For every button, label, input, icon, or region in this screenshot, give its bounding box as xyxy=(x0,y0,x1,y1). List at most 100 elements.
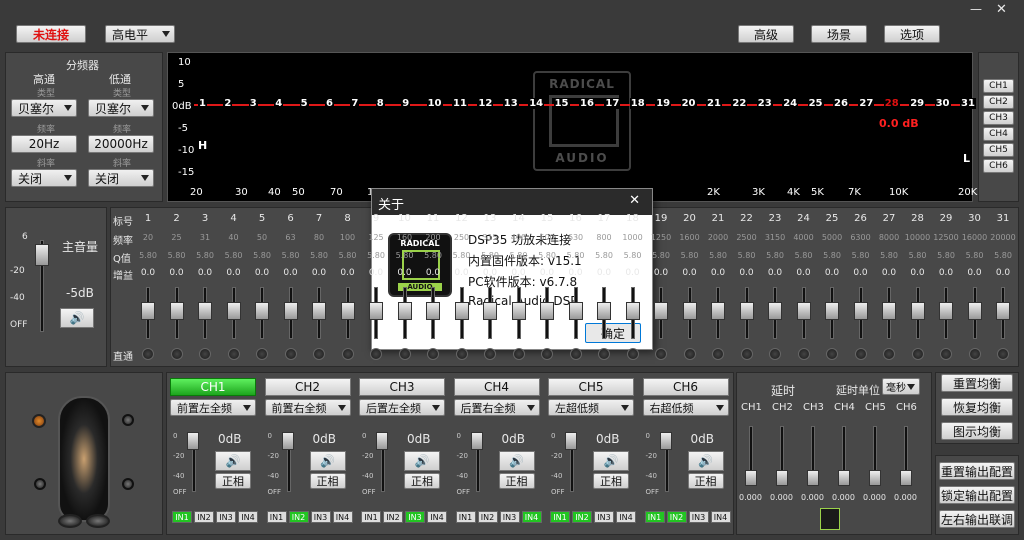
eq-band-freq[interactable]: 3150 xyxy=(761,233,789,242)
eq-band-fader-knob[interactable] xyxy=(939,302,953,320)
eq-band-fader-knob[interactable] xyxy=(910,302,925,320)
eq-band-bypass-toggle[interactable] xyxy=(512,348,525,360)
side-channel-button-ch2[interactable]: CH2 xyxy=(983,95,1014,109)
channel-input-toggle-in1[interactable]: IN1 xyxy=(550,511,570,523)
eq-band-bypass-toggle[interactable] xyxy=(712,348,724,360)
band-marker[interactable]: 21 xyxy=(706,98,722,109)
eq-band-q[interactable]: 5.80 xyxy=(820,251,844,260)
eq-band-q[interactable]: 5.80 xyxy=(678,251,702,260)
eq-band-bypass-toggle[interactable] xyxy=(199,348,211,360)
channel-input-toggle-in3[interactable]: IN3 xyxy=(310,511,331,523)
eq-band-bypass-toggle[interactable] xyxy=(256,348,268,360)
eq-band-gain[interactable]: 0.0 xyxy=(480,268,500,278)
channel-mute-button[interactable]: 🔊 xyxy=(498,451,535,471)
delay-fader-knob[interactable] xyxy=(776,470,788,486)
eq-band-gain[interactable]: 0.0 xyxy=(765,268,785,278)
eq-band-freq[interactable]: 400 xyxy=(505,233,533,242)
eq-band-fader-knob[interactable] xyxy=(711,302,725,320)
eq-band-gain[interactable]: 0.0 xyxy=(224,268,244,278)
eq-band-q[interactable]: 5.80 xyxy=(136,251,160,260)
eq-band-fader-knob[interactable] xyxy=(141,302,155,320)
eq-band-freq[interactable]: 20 xyxy=(134,233,162,242)
eq-band-freq[interactable]: 5000 xyxy=(818,233,846,242)
eq-band-bypass-toggle[interactable] xyxy=(398,348,411,360)
eq-band-gain[interactable]: 0.0 xyxy=(138,268,158,278)
delay-fader-knob[interactable] xyxy=(838,470,850,486)
band-marker[interactable]: 29 xyxy=(909,98,926,109)
eq-band-bypass-toggle[interactable] xyxy=(455,348,468,360)
eq-band-freq[interactable]: 630 xyxy=(562,233,590,242)
channel-output-select[interactable]: 左超低频 xyxy=(548,399,634,416)
eq-band-fader-knob[interactable] xyxy=(625,302,640,320)
eq-band-freq[interactable]: 200 xyxy=(419,233,447,242)
eq-band-gain[interactable]: 0.0 xyxy=(993,268,1013,278)
eq-band-gain[interactable]: 0.0 xyxy=(908,268,928,278)
scene-button[interactable]: 场景 xyxy=(811,25,867,43)
channel-output-select[interactable]: 右超低频 xyxy=(642,399,729,416)
eq-band-fader-knob[interactable] xyxy=(996,302,1010,320)
eq-band-gain[interactable]: 0.0 xyxy=(708,268,728,278)
band-marker[interactable]: 22 xyxy=(731,98,748,109)
channel-fader-knob[interactable] xyxy=(565,432,577,450)
eq-band-bypass-toggle[interactable] xyxy=(170,348,183,360)
channel-input-toggle-in3[interactable]: IN3 xyxy=(405,511,425,523)
eq-band-q[interactable]: 5.80 xyxy=(165,251,189,260)
channel-input-toggle-in3[interactable]: IN3 xyxy=(594,511,614,523)
eq-band-gain[interactable]: 0.0 xyxy=(366,268,386,278)
eq-band-bypass-toggle[interactable] xyxy=(484,348,496,360)
channel-output-select[interactable]: 前置右全频 xyxy=(264,399,351,416)
channel-input-toggle-in1[interactable]: IN1 xyxy=(172,511,192,523)
eq-band-q[interactable]: 5.80 xyxy=(849,251,873,260)
eq-band-fader-knob[interactable] xyxy=(312,302,326,320)
eq-band-freq[interactable]: 40 xyxy=(220,233,248,242)
band-marker[interactable]: 2 xyxy=(223,98,233,109)
band-marker[interactable]: 1 xyxy=(198,98,207,109)
eq-band-freq[interactable]: 6300 xyxy=(847,233,875,242)
channel-fader-knob[interactable] xyxy=(376,432,388,450)
channel-phase-button[interactable]: 正相 xyxy=(404,473,440,489)
eq-band-bypass-toggle[interactable] xyxy=(997,348,1009,360)
master-fader-knob[interactable] xyxy=(35,244,49,266)
channel-input-toggle-in4[interactable]: IN4 xyxy=(427,511,447,523)
delay-fader-knob[interactable] xyxy=(900,470,912,486)
eq-band-bypass-toggle[interactable] xyxy=(341,348,354,360)
eq-band-q[interactable]: 5.80 xyxy=(649,251,673,260)
eq-band-fader-knob[interactable] xyxy=(825,302,839,320)
eq-band-gain[interactable]: 0.0 xyxy=(509,268,529,278)
channel-tab-ch3[interactable]: CH3 xyxy=(359,378,445,396)
eq-band-bypass-toggle[interactable] xyxy=(911,348,924,360)
eq-band-q[interactable]: 5.80 xyxy=(450,251,474,260)
eq-band-q[interactable]: 5.80 xyxy=(991,251,1015,260)
band-marker[interactable]: 11 xyxy=(452,98,468,109)
channel-input-toggle-in4[interactable]: IN4 xyxy=(332,511,353,523)
channel-input-toggle-in3[interactable]: IN3 xyxy=(216,511,236,523)
eq-band-fader-knob[interactable] xyxy=(796,302,811,320)
eq-band-freq[interactable]: 63 xyxy=(277,233,305,242)
channel-mute-button[interactable]: 🔊 xyxy=(404,451,440,471)
eq-band-bypass-toggle[interactable] xyxy=(370,348,382,360)
delay-unit-select[interactable]: 毫秒 xyxy=(882,378,920,395)
eq-band-bypass-toggle[interactable] xyxy=(284,348,297,360)
eq-band-freq[interactable]: 10000 xyxy=(904,233,932,242)
channel-tab-ch4[interactable]: CH4 xyxy=(453,378,540,396)
band-marker[interactable]: 31 xyxy=(960,98,976,109)
band-marker[interactable]: 14 xyxy=(528,98,545,109)
lr-link-button[interactable]: 左右输出联调 xyxy=(939,510,1015,528)
channel-fader-knob[interactable] xyxy=(659,432,672,450)
eq-band-gain[interactable]: 0.0 xyxy=(651,268,671,278)
eq-band-fader-knob[interactable] xyxy=(882,302,896,320)
eq-band-q[interactable]: 5.80 xyxy=(906,251,930,260)
eq-band-fader-knob[interactable] xyxy=(739,302,754,320)
channel-input-toggle-in4[interactable]: IN4 xyxy=(238,511,258,523)
band-marker[interactable]: 27 xyxy=(858,98,875,109)
eq-band-freq[interactable]: 20000 xyxy=(989,233,1017,242)
eq-band-bypass-toggle[interactable] xyxy=(883,348,895,360)
eq-band-gain[interactable]: 0.0 xyxy=(252,268,272,278)
eq-band-fader-knob[interactable] xyxy=(511,302,526,320)
eq-band-fader-knob[interactable] xyxy=(340,302,355,320)
eq-band-fader-knob[interactable] xyxy=(255,302,269,320)
eq-band-freq[interactable]: 1600 xyxy=(676,233,704,242)
minimize-icon[interactable]: — xyxy=(970,2,982,16)
side-channel-button-ch5[interactable]: CH5 xyxy=(983,143,1014,157)
eq-band-gain[interactable]: 0.0 xyxy=(537,268,557,278)
